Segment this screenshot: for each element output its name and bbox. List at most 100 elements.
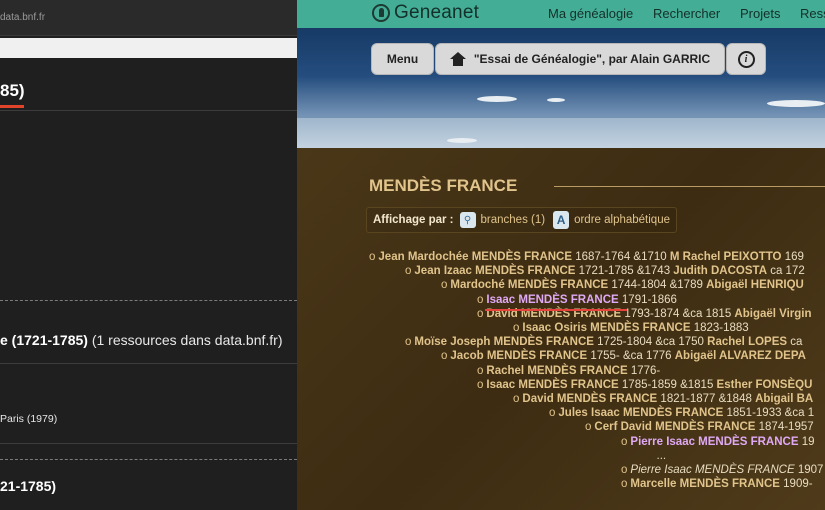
person-dates: 1785-1859 &1815 (618, 378, 717, 391)
tree-row: o Moïse Joseph MENDÈS FRANCE 1725-1804 &c… (405, 335, 802, 349)
spouse-link[interactable]: Judith DACOSTA (673, 265, 767, 277)
tree-row: ... (657, 449, 667, 463)
nav-ressources[interactable]: Ress (800, 6, 825, 21)
person-dates: 1793-1874 &ca 1815 (621, 307, 735, 320)
spouse-link[interactable]: Rachel LOPES (707, 336, 787, 348)
person-dates: 1791-1866 (618, 293, 677, 306)
tree-home-button[interactable]: "Essai de Généalogie", par Alain GARRIC (435, 43, 725, 75)
family-title: MENDÈS FRANCE (369, 176, 518, 195)
divider (0, 110, 297, 111)
banner-detail (477, 96, 517, 102)
person-link[interactable]: Isaac Osiris MENDÈS FRANCE (522, 322, 690, 334)
person-link[interactable]: Isaac MENDÈS FRANCE (486, 379, 618, 391)
tree-bullet: o (477, 293, 484, 306)
tree-bullet: o (585, 421, 592, 434)
display-options: Affichage par : ⚲ branches (1) A ordre a… (366, 207, 677, 233)
person-dates: 1907 (794, 464, 824, 476)
page-title: 85) (0, 81, 25, 100)
tree-row: o Isaac Osiris MENDÈS FRANCE 1823-1883 (513, 321, 749, 335)
tree-row: o Jean Izaac MENDÈS FRANCE 1721-1785 &174… (405, 264, 805, 278)
top-navigation: Geneanet Ma généalogie Rechercher Projet… (297, 0, 825, 28)
logo-text: Geneanet (394, 2, 480, 23)
tree-bullet: o (441, 350, 448, 363)
person-link[interactable]: Pierre Isaac MENDÈS FRANCE (630, 436, 798, 448)
bnf-window: data.bnf.fr 85) e (1721-1785) (1 ressour… (0, 0, 297, 510)
menu-button-label: Menu (386, 52, 419, 66)
spouse-link[interactable]: Esther FONSÈQU (717, 379, 813, 391)
person-dates: 1687-1764 &1710 (572, 251, 670, 263)
person-link[interactable]: Moïse Joseph MENDÈS FRANCE (414, 336, 594, 348)
tree-row: o Cerf David MENDÈS FRANCE 1874-1957 (585, 420, 814, 434)
person-dates: 1874-1957 (755, 421, 814, 434)
person-dates: 1725-1804 &ca 1750 (593, 336, 708, 349)
tree-bullet: o (441, 279, 448, 292)
spouse-link[interactable]: Abigaël ALVAREZ DEPA (675, 350, 806, 362)
tree-row: o Jacob MENDÈS FRANCE 1755- &ca 1776 Abig… (441, 349, 806, 363)
nav-ma-genealogie[interactable]: Ma généalogie (548, 6, 633, 21)
dashed-divider (0, 459, 297, 460)
spouse-dates: ca 172 (767, 265, 805, 278)
person-dates: 1776- (627, 364, 661, 377)
person-link[interactable]: Jacob MENDÈS FRANCE (450, 350, 587, 362)
divider (0, 363, 297, 364)
tree-row: o Isaac MENDÈS FRANCE 1791-1866 (477, 293, 677, 307)
geneanet-window: Geneanet Ma généalogie Rechercher Projet… (297, 0, 825, 510)
person-link[interactable]: Pierre Isaac MENDÈS FRANCE (630, 464, 794, 476)
person-link[interactable]: Jean Izaac MENDÈS FRANCE (414, 265, 575, 277)
person-dates: 1823-1883 (690, 322, 749, 334)
person-link[interactable]: ... (657, 450, 667, 462)
tree-row: o Pierre Isaac MENDÈS FRANCE 19 (621, 435, 815, 449)
person-dates: 1721-1785 &1743 (575, 265, 674, 278)
person-link[interactable]: Marcelle MENDÈS FRANCE (630, 478, 780, 490)
tree-row: o Jean Mardochée MENDÈS FRANCE 1687-1764 … (369, 250, 804, 264)
person-link[interactable]: Rachel MENDÈS FRANCE (486, 365, 627, 377)
tree-row: o Mardoché MENDÈS FRANCE 1744-1804 &1789 … (441, 278, 804, 292)
spouse-link[interactable]: Abigaël Virgin (734, 308, 811, 320)
tree-bullet: o (549, 407, 556, 420)
person-link[interactable]: Jules Isaac MENDÈS FRANCE (558, 407, 723, 419)
branches-icon[interactable]: ⚲ (459, 212, 476, 228)
tree-row: o Jules Isaac MENDÈS FRANCE 1851-1933 &ca… (549, 406, 814, 420)
tree-bullet: o (513, 322, 520, 334)
spouse-link[interactable]: M Rachel PEIXOTTO (670, 251, 782, 263)
section-title: 21-1785) (0, 478, 57, 494)
info-button[interactable]: i (726, 43, 766, 75)
tree-bullet: o (477, 364, 484, 377)
work-item[interactable]: Paris (1979) (0, 413, 57, 425)
banner-detail (547, 98, 565, 102)
search-strip[interactable] (0, 38, 297, 58)
tree-bullet: o (369, 251, 376, 263)
menu-button[interactable]: Menu (371, 43, 434, 75)
person-link[interactable]: Mardoché MENDÈS FRANCE (450, 279, 608, 291)
alphabetical-link[interactable]: ordre alphabétique (574, 214, 670, 226)
author-heading-name[interactable]: e (1721-1785) (0, 332, 88, 348)
tree-bullet: o (405, 336, 412, 349)
person-link[interactable]: Isaac MENDÈS FRANCE (486, 294, 618, 306)
person-link[interactable]: David MENDÈS FRANCE (522, 393, 657, 405)
dashed-divider (0, 300, 297, 301)
tree-bullet: o (513, 393, 520, 405)
tree-bullet: o (405, 265, 412, 278)
nav-projets[interactable]: Projets (740, 6, 780, 21)
tree-logo-icon (372, 4, 390, 22)
tab-underline (0, 105, 24, 108)
spouse-dates: 169 (781, 251, 804, 263)
person-dates: 1744-1804 &1789 (608, 279, 707, 292)
tree-row: o Marcelle MENDÈS FRANCE 1909- (621, 477, 813, 491)
nav-rechercher[interactable]: Rechercher (653, 6, 720, 21)
person-dates: 1755- &ca 1776 (587, 350, 675, 363)
address-bar[interactable]: data.bnf.fr (0, 0, 297, 36)
spouse-dates: ca (787, 336, 803, 349)
branches-link[interactable]: branches (1) (481, 214, 546, 226)
author-heading[interactable]: e (1721-1785) (1 ressources dans data.bn… (0, 332, 283, 348)
spouse-link[interactable]: Abigail BA (755, 393, 813, 405)
tree-row: o David MENDÈS FRANCE 1821-1877 &1848 Abi… (513, 392, 813, 406)
geneanet-logo[interactable]: Geneanet (372, 2, 479, 24)
spouse-link[interactable]: Abigaël HENRIQU (706, 279, 804, 291)
tree-bullet: o (621, 478, 628, 491)
url-text[interactable]: data.bnf.fr (0, 12, 45, 23)
person-dates: 1821-1877 &1848 (657, 393, 756, 405)
alphabetical-icon[interactable]: A (553, 211, 570, 229)
person-link[interactable]: Jean Mardochée MENDÈS FRANCE (378, 251, 572, 263)
person-link[interactable]: Cerf David MENDÈS FRANCE (594, 421, 755, 433)
